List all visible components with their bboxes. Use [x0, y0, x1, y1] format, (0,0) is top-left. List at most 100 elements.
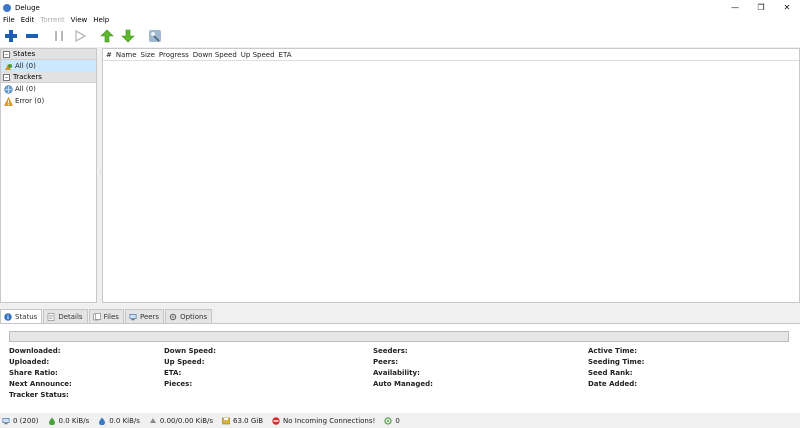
connections-status[interactable]: 0 (200): [2, 417, 39, 425]
disk-icon: [222, 417, 230, 425]
filter-sidebar: – States All (0) – Trackers All (0) Erro…: [0, 48, 97, 303]
status-panel: Downloaded: Uploaded: Share Ratio: Next …: [0, 323, 800, 413]
states-header[interactable]: – States: [1, 49, 96, 60]
tracker-globe-icon: [4, 84, 13, 94]
queue-up-button[interactable]: [98, 27, 116, 45]
menu-file[interactable]: File: [0, 16, 18, 24]
download-speed-status[interactable]: 0.0 KiB/s: [48, 417, 90, 425]
tab-peers[interactable]: Peers: [124, 309, 165, 323]
column-queue[interactable]: #: [106, 51, 116, 59]
tab-details[interactable]: Details: [43, 309, 88, 323]
upload-speed-icon: [98, 417, 106, 425]
tab-label: Options: [180, 312, 208, 321]
menu-torrent[interactable]: Torrent: [37, 16, 67, 24]
label-down-speed: Down Speed:: [164, 347, 216, 355]
column-eta[interactable]: ETA: [279, 51, 296, 59]
window-title: Deluge: [15, 3, 40, 12]
deluge-app-icon: [3, 3, 11, 12]
trackers-header[interactable]: – Trackers: [1, 72, 96, 83]
warning-icon: [4, 96, 13, 106]
protocol-traffic-value: 0.00/0.00 KiB/s: [159, 417, 214, 425]
label-up-speed: Up Speed:: [164, 358, 205, 366]
sidebar-item-tracker-error[interactable]: Error (0): [1, 95, 96, 107]
label-share-ratio: Share Ratio:: [9, 369, 58, 377]
menu-edit[interactable]: Edit: [18, 16, 38, 24]
trackers-header-label: Trackers: [13, 73, 42, 81]
label-active-time: Active Time:: [588, 347, 638, 355]
tab-status[interactable]: Status: [0, 309, 43, 324]
column-down-speed[interactable]: Down Speed: [193, 51, 241, 59]
maximize-button[interactable]: ❐: [748, 0, 774, 15]
arrow-up-icon: [100, 29, 114, 43]
torrent-progress-bar: [9, 331, 789, 342]
queue-down-button[interactable]: [119, 27, 137, 45]
options-icon: [169, 313, 177, 321]
details-icon: [47, 312, 55, 321]
all-states-icon: [4, 62, 13, 71]
column-name[interactable]: Name: [116, 51, 141, 59]
connections-value: 0 (200): [13, 417, 39, 425]
column-progress[interactable]: Progress: [159, 51, 193, 59]
minus-icon: [26, 34, 38, 38]
tab-label: Peers: [139, 312, 160, 321]
window-controls: — ❐ ✕: [722, 0, 800, 15]
dht-icon: [384, 417, 392, 425]
minimize-button[interactable]: —: [722, 0, 748, 15]
upload-speed-status[interactable]: 0.0 KiB/s: [98, 417, 140, 425]
tab-label: Status: [15, 313, 38, 321]
tab-options[interactable]: Options: [165, 309, 213, 323]
remove-torrent-button[interactable]: [23, 27, 41, 45]
connections-icon: [2, 417, 10, 425]
close-button[interactable]: ✕: [774, 0, 800, 15]
play-icon: [75, 29, 87, 43]
label-date-added: Date Added:: [588, 380, 638, 388]
torrent-list[interactable]: # Name Size Progress Down Speed Up Speed…: [102, 48, 800, 303]
sidebar-item-label: All (0): [15, 62, 36, 70]
details-tabs: Status Details Files Peers Options: [0, 309, 213, 324]
files-icon: [92, 312, 101, 321]
tab-label: Details: [58, 312, 83, 321]
menu-view[interactable]: View: [68, 16, 91, 24]
label-eta: ETA:: [164, 369, 182, 377]
tab-files[interactable]: Files: [88, 309, 124, 323]
tab-label: Files: [103, 312, 119, 321]
dht-status[interactable]: 0: [384, 417, 400, 425]
menu-bar: File Edit Torrent View Help: [0, 15, 800, 25]
pause-torrent-button[interactable]: [50, 27, 68, 45]
sidebar-splitter[interactable]: ⋮: [98, 170, 103, 176]
protocol-traffic-icon: [149, 417, 157, 425]
resume-torrent-button[interactable]: [71, 27, 89, 45]
torrent-list-header: # Name Size Progress Down Speed Up Speed…: [103, 49, 799, 61]
protocol-traffic-status[interactable]: 0.00/0.00 KiB/s: [149, 417, 213, 425]
column-up-speed[interactable]: Up Speed: [241, 51, 279, 59]
sidebar-item-label: All (0): [15, 85, 36, 93]
collapse-trackers-icon[interactable]: –: [3, 73, 10, 81]
info-icon: [4, 313, 12, 321]
label-availability: Availability:: [373, 369, 420, 377]
free-space-status[interactable]: 63.0 GiB: [222, 417, 263, 425]
label-uploaded: Uploaded:: [9, 358, 50, 366]
label-peers: Peers:: [373, 358, 399, 366]
column-size[interactable]: Size: [141, 51, 159, 59]
dht-value: 0: [395, 417, 400, 425]
sidebar-item-all-states[interactable]: All (0): [1, 60, 96, 72]
menu-help[interactable]: Help: [90, 16, 112, 24]
collapse-states-icon[interactable]: –: [3, 50, 10, 58]
add-torrent-button[interactable]: [2, 27, 20, 45]
preferences-button[interactable]: [146, 27, 164, 45]
download-speed-value: 0.0 KiB/s: [58, 417, 90, 425]
label-next-announce: Next Announce:: [9, 380, 72, 388]
incoming-connections-status[interactable]: No Incoming Connections!: [272, 417, 375, 425]
states-header-label: States: [13, 50, 36, 58]
download-speed-icon: [48, 417, 56, 425]
sidebar-item-tracker-all[interactable]: All (0): [1, 83, 96, 95]
status-bar: 0 (200) 0.0 KiB/s 0.0 KiB/s 0.00/0.00 Ki…: [0, 414, 800, 428]
pause-icon: [55, 31, 63, 41]
incoming-connections-value: No Incoming Connections!: [283, 417, 376, 425]
plus-icon: [5, 30, 17, 42]
sidebar-item-label: Error (0): [15, 97, 45, 105]
free-space-value: 63.0 GiB: [233, 417, 264, 425]
arrow-down-icon: [121, 29, 135, 43]
label-tracker-status: Tracker Status:: [9, 391, 69, 399]
label-auto-managed: Auto Managed:: [373, 380, 433, 388]
